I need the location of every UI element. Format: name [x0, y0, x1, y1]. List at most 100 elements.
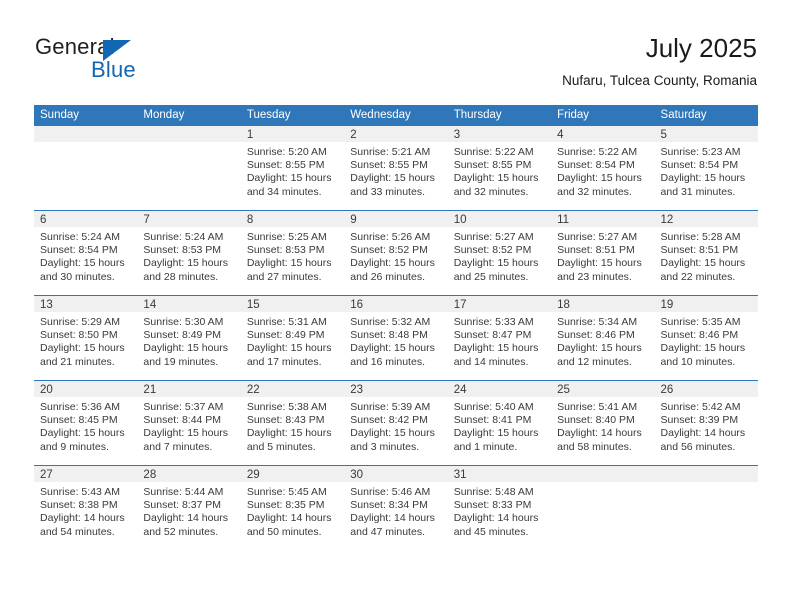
day-number: 23 [344, 381, 448, 397]
daylight-text-line2: and 17 minutes. [246, 355, 322, 368]
calendar-day-cell[interactable]: 20 Sunrise: 5:36 AM Sunset: 8:45 PM Dayligh… [34, 380, 138, 466]
daylight-text-line1: Daylight: 15 hours [350, 427, 435, 440]
calendar-cell-empty [551, 465, 655, 550]
day-number: 11 [551, 211, 655, 227]
calendar-day-cell[interactable]: 1 Sunrise: 5:20 AM Sunset: 8:55 PM Daylight… [240, 126, 345, 211]
day-detail: Sunrise: 5:43 AM Sunset: 8:38 PM Daylight:… [34, 482, 137, 539]
daylight-text-line1: Daylight: 15 hours [143, 257, 229, 270]
daylight-text-line1: Daylight: 15 hours [660, 172, 746, 185]
calendar-body: 1 Sunrise: 5:20 AM Sunset: 8:55 PM Daylight… [34, 126, 758, 550]
day-detail: Sunrise: 5:31 AM Sunset: 8:49 PM Daylight:… [241, 312, 344, 369]
sunset-text: Sunset: 8:38 PM [40, 499, 118, 512]
calendar-day-cell[interactable]: 21 Sunrise: 5:37 AM Sunset: 8:44 PM Dayligh… [137, 380, 241, 466]
calendar-cell-empty [654, 465, 758, 550]
day-number: 31 [447, 466, 552, 482]
daylight-text-line1: Daylight: 14 hours [40, 512, 125, 525]
calendar-header-row: Sunday Monday Tuesday Wednesday Thursday Frid… [34, 105, 758, 126]
day-number: 6 [34, 211, 138, 227]
daylight-text-line1: Daylight: 15 hours [350, 257, 435, 270]
calendar-day-cell[interactable]: 29 Sunrise: 5:45 AM Sunset: 8:35 PM Dayligh… [240, 465, 345, 550]
calendar-day-cell[interactable]: 4 Sunrise: 5:22 AM Sunset: 8:54 PM Daylight… [551, 126, 655, 211]
daylight-text-line1: Daylight: 15 hours [660, 257, 746, 270]
calendar-day-cell[interactable]: 8 Sunrise: 5:25 AM Sunset: 8:53 PM Daylight… [240, 210, 345, 296]
calendar-day-cell[interactable]: 17 Sunrise: 5:33 AM Sunset: 8:47 PM Dayligh… [447, 295, 552, 381]
day-detail: Sunrise: 5:26 AM Sunset: 8:52 PM Daylight:… [344, 227, 447, 284]
day-number: 19 [654, 296, 758, 312]
calendar-day-cell[interactable]: 13 Sunrise: 5:29 AM Sunset: 8:50 PM Dayligh… [34, 295, 138, 381]
sunset-text: Sunset: 8:53 PM [246, 244, 325, 257]
page-title: July 2025 [645, 33, 757, 63]
calendar-day-cell[interactable]: 30 Sunrise: 5:46 AM Sunset: 8:34 PM Dayligh… [344, 465, 448, 550]
calendar-day-cell[interactable]: 31 Sunrise: 5:48 AM Sunset: 8:33 PM Dayligh… [447, 465, 552, 550]
daylight-text-line2: and 5 minutes. [246, 440, 316, 453]
daylight-text-line1: Daylight: 14 hours [143, 512, 229, 525]
day-detail: Sunrise: 5:48 AM Sunset: 8:33 PM Daylight:… [448, 482, 551, 539]
general-blue-logo[interactable]: General Blue [35, 34, 235, 84]
daylight-text-line2: and 25 minutes. [453, 270, 529, 283]
calendar-day-cell[interactable]: 10 Sunrise: 5:27 AM Sunset: 8:52 PM Dayligh… [447, 210, 552, 296]
calendar-day-cell[interactable]: 6 Sunrise: 5:24 AM Sunset: 8:54 PM Daylight… [34, 210, 138, 296]
sunset-text: Sunset: 8:47 PM [453, 329, 532, 342]
day-number: 7 [137, 211, 241, 227]
sunset-text: Sunset: 8:51 PM [660, 244, 739, 257]
daylight-text-line2: and 28 minutes. [143, 270, 219, 283]
sunrise-text: Sunrise: 5:31 AM [246, 316, 327, 328]
calendar-day-cell[interactable]: 12 Sunrise: 5:28 AM Sunset: 8:51 PM Dayligh… [654, 210, 758, 296]
sunrise-text: Sunrise: 5:23 AM [660, 146, 741, 158]
sunset-text: Sunset: 8:54 PM [557, 159, 635, 172]
day-number: 25 [551, 381, 655, 397]
day-detail: Sunrise: 5:32 AM Sunset: 8:48 PM Daylight:… [344, 312, 447, 369]
sunrise-text: Sunrise: 5:46 AM [350, 486, 431, 498]
calendar-day-cell[interactable]: 22 Sunrise: 5:38 AM Sunset: 8:43 PM Dayligh… [240, 380, 345, 466]
sunrise-text: Sunrise: 5:27 AM [453, 231, 534, 243]
calendar-day-cell[interactable]: 16 Sunrise: 5:32 AM Sunset: 8:48 PM Dayligh… [344, 295, 448, 381]
calendar-day-cell[interactable]: 15 Sunrise: 5:31 AM Sunset: 8:49 PM Dayligh… [240, 295, 345, 381]
day-number: 22 [240, 381, 345, 397]
day-number: 8 [240, 211, 345, 227]
calendar-day-cell[interactable]: 9 Sunrise: 5:26 AM Sunset: 8:52 PM Daylight… [344, 210, 448, 296]
sunset-text: Sunset: 8:46 PM [557, 329, 635, 342]
sunset-text: Sunset: 8:49 PM [246, 329, 325, 342]
daylight-text-line2: and 7 minutes. [143, 440, 213, 453]
sunrise-text: Sunrise: 5:34 AM [557, 316, 638, 328]
calendar-day-cell[interactable]: 27 Sunrise: 5:43 AM Sunset: 8:38 PM Dayligh… [34, 465, 138, 550]
calendar-day-cell[interactable]: 24 Sunrise: 5:40 AM Sunset: 8:41 PM Dayligh… [447, 380, 552, 466]
calendar-day-cell[interactable]: 14 Sunrise: 5:30 AM Sunset: 8:49 PM Dayligh… [137, 295, 241, 381]
calendar-day-cell[interactable]: 26 Sunrise: 5:42 AM Sunset: 8:39 PM Dayligh… [654, 380, 758, 466]
calendar-day-cell[interactable]: 18 Sunrise: 5:34 AM Sunset: 8:46 PM Dayligh… [551, 295, 655, 381]
calendar-day-cell[interactable]: 28 Sunrise: 5:44 AM Sunset: 8:37 PM Dayligh… [137, 465, 241, 550]
calendar-day-cell[interactable]: 7 Sunrise: 5:24 AM Sunset: 8:53 PM Daylight… [137, 210, 241, 296]
weekday-header-tuesday: Tuesday [240, 105, 345, 126]
day-number-band [34, 126, 138, 142]
calendar-day-cell[interactable]: 25 Sunrise: 5:41 AM Sunset: 8:40 PM Dayligh… [551, 380, 655, 466]
daylight-text-line2: and 23 minutes. [557, 270, 632, 283]
daylight-text-line1: Daylight: 15 hours [350, 172, 435, 185]
day-number: 28 [137, 466, 241, 482]
calendar-day-cell[interactable]: 3 Sunrise: 5:22 AM Sunset: 8:55 PM Daylight… [447, 126, 552, 211]
day-number: 9 [344, 211, 448, 227]
calendar-day-cell[interactable]: 11 Sunrise: 5:27 AM Sunset: 8:51 PM Dayligh… [551, 210, 655, 296]
sunset-text: Sunset: 8:55 PM [246, 159, 325, 172]
daylight-text-line2: and 16 minutes. [350, 355, 425, 368]
daylight-text-line2: and 21 minutes. [40, 355, 115, 368]
sunrise-text: Sunrise: 5:24 AM [40, 231, 120, 243]
day-number: 26 [654, 381, 758, 397]
daylight-text-line1: Daylight: 14 hours [660, 427, 746, 440]
sunset-text: Sunset: 8:33 PM [453, 499, 532, 512]
daylight-text-line2: and 19 minutes. [143, 355, 219, 368]
daylight-text-line2: and 10 minutes. [660, 355, 736, 368]
logo-text-blue: Blue [91, 57, 136, 82]
day-detail: Sunrise: 5:28 AM Sunset: 8:51 PM Daylight:… [655, 227, 758, 284]
daylight-text-line1: Daylight: 15 hours [453, 427, 539, 440]
calendar-day-cell[interactable]: 2 Sunrise: 5:21 AM Sunset: 8:55 PM Daylight… [344, 126, 448, 211]
calendar-day-cell[interactable]: 5 Sunrise: 5:23 AM Sunset: 8:54 PM Daylight… [654, 126, 758, 211]
daylight-text-line1: Daylight: 15 hours [246, 257, 332, 270]
sunset-text: Sunset: 8:43 PM [246, 414, 325, 427]
sunset-text: Sunset: 8:45 PM [40, 414, 118, 427]
calendar-day-cell[interactable]: 19 Sunrise: 5:35 AM Sunset: 8:46 PM Dayligh… [654, 295, 758, 381]
daylight-text-line2: and 26 minutes. [350, 270, 425, 283]
sunrise-text: Sunrise: 5:20 AM [246, 146, 327, 158]
sunrise-text: Sunrise: 5:27 AM [557, 231, 638, 243]
day-number: 18 [551, 296, 655, 312]
calendar-day-cell[interactable]: 23 Sunrise: 5:39 AM Sunset: 8:42 PM Dayligh… [344, 380, 448, 466]
